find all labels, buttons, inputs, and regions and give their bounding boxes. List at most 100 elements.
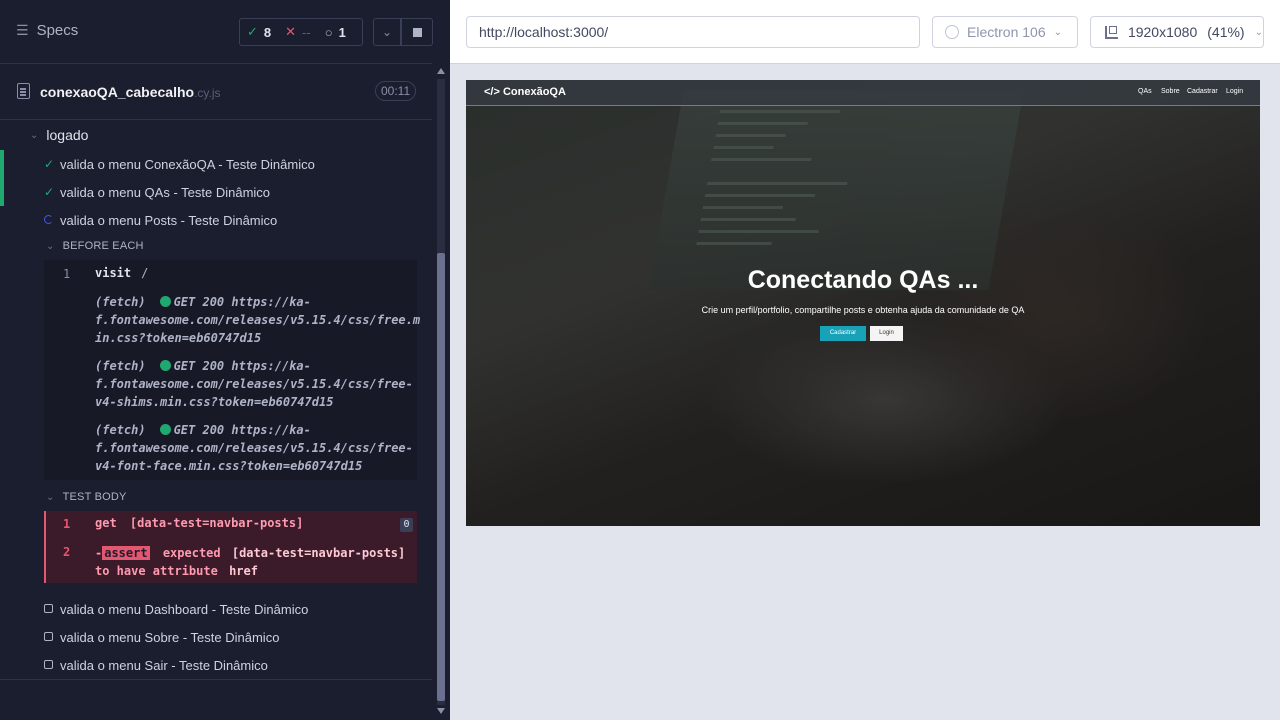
spec-file-basename: conexaoQA_cabecalho: [40, 84, 195, 100]
aut-logo[interactable]: </> ConexãoQA: [484, 86, 566, 98]
pending-count: 1: [338, 24, 346, 40]
fetch-prefix: (fetch): [95, 423, 146, 437]
spinner-icon: [44, 215, 53, 224]
fetch-line: f.fontawesome.com/releases/v5.15.4/css/f…: [95, 441, 413, 455]
specs-label: Specs: [36, 22, 79, 39]
x-icon: ✕: [285, 24, 297, 39]
pending-icon: [44, 632, 53, 641]
spec-file-ext: .cy.js: [194, 86, 221, 100]
fetch-prefix: (fetch): [95, 295, 146, 309]
command-log-test-body: 1 get [data-test=navbar-posts] 0 2 - asse…: [44, 511, 417, 583]
chevron-down-icon: ⌄: [1254, 26, 1263, 38]
spec-file-name[interactable]: conexaoQA_cabecalho.cy.js: [40, 84, 221, 100]
browser-selector[interactable]: Electron 106 ⌄: [932, 16, 1078, 48]
aut-nav-qas[interactable]: QAs: [1138, 88, 1152, 95]
aut-hero-subtitle: Crie um perfil/portfolio, compartilhe po…: [701, 305, 1025, 315]
pass-marker: [0, 150, 4, 178]
command-name: visit: [95, 266, 132, 280]
viewport-scale: (41%): [1207, 24, 1245, 40]
pass-marker: [0, 178, 4, 206]
passed-stat: ✓ 8: [240, 24, 278, 40]
fetch-line: GET 200 https://ka-: [173, 359, 311, 373]
assert-expected: expected: [162, 546, 221, 560]
scrollbar-thumb[interactable]: [437, 253, 445, 701]
test-title: valida o menu Sobre - Teste Dinâmico: [60, 629, 280, 645]
aut-login-button[interactable]: Login: [870, 326, 903, 341]
electron-icon: [945, 25, 959, 39]
hero-overlay: [466, 80, 1260, 526]
aut-nav-cadastrar[interactable]: Cadastrar: [1187, 88, 1218, 95]
aut-hero-title: Conectando QAs ...: [747, 266, 979, 294]
test-item[interactable]: valida o menu Dashboard - Teste Dinâmico: [0, 595, 432, 623]
test-item-running[interactable]: valida o menu Posts - Teste Dinâmico: [0, 206, 432, 234]
specs-menu-icon: ☰: [16, 22, 29, 38]
run-stats[interactable]: ✓ 8 ✕ -- ○ 1: [239, 18, 363, 46]
pending-icon: [44, 604, 53, 613]
test-title: valida o menu Posts - Teste Dinâmico: [60, 212, 278, 228]
specs-button[interactable]: ☰ Specs: [16, 22, 78, 39]
fetch-entry[interactable]: (fetch) GET 200 https://ka- f.fontawesome…: [95, 293, 420, 347]
test-title: valida o menu Dashboard - Teste Dinâmico: [60, 601, 309, 617]
fetch-line: GET 200 https://ka-: [173, 423, 311, 437]
assert-rest: to have attribute: [95, 564, 218, 578]
aut-register-button[interactable]: Cadastrar: [820, 326, 866, 341]
scroll-up-arrow-icon[interactable]: [437, 68, 445, 74]
pending-icon: [44, 660, 53, 669]
check-icon: ✓: [44, 157, 55, 171]
command-number: 1: [63, 267, 71, 281]
check-icon: ✓: [247, 24, 258, 39]
scroll-down-arrow-icon[interactable]: [437, 708, 445, 714]
command-number: 2: [63, 545, 71, 559]
divider: [0, 679, 432, 680]
stop-icon: [412, 27, 422, 37]
command-get[interactable]: get [data-test=navbar-posts]: [95, 516, 303, 530]
reporter-header: ☰ Specs ✓ 8 ✕ -- ○ 1 ⌄: [0, 0, 433, 64]
aut-navbar: </> ConexãoQA QAs Sobre Cadastrar Login: [466, 80, 1260, 106]
test-title: valida o menu QAs - Teste Dinâmico: [60, 184, 271, 200]
command-assert[interactable]: - assert expected [data-test=navbar-posts…: [95, 544, 415, 580]
command-log-before-each: 1 visit / (fetch) GET 200 https://ka- f.fo…: [44, 260, 420, 480]
fetch-line: GET 200 https://ka-: [173, 295, 311, 309]
test-item[interactable]: valida o menu Sair - Teste Dinâmico: [0, 651, 432, 679]
fetch-line: v4-font-face.min.css?token=eb60747d15: [95, 459, 363, 473]
chevron-down-icon: ⌄: [30, 129, 39, 141]
command-arg: [data-test=navbar-posts]: [129, 516, 304, 530]
pending-icon: ○: [324, 24, 333, 40]
test-item[interactable]: ✓ valida o menu QAs - Teste Dinâmico: [0, 178, 432, 206]
test-item[interactable]: ✓ valida o menu ConexãoQA - Teste Dinâmi…: [0, 150, 432, 178]
command-arg: /: [141, 266, 149, 280]
viewport-selector[interactable]: 1920x1080 (41%) ⌄: [1090, 16, 1264, 48]
assert-tag: assert: [102, 546, 150, 560]
assert-attr: href: [229, 564, 258, 578]
failed-count: --: [302, 24, 311, 40]
fetch-line: in.css?token=eb60747d15: [95, 331, 262, 345]
aut-nav-login[interactable]: Login: [1226, 88, 1243, 95]
fetch-entry[interactable]: (fetch) GET 200 https://ka- f.fontawesome…: [95, 421, 413, 475]
test-item[interactable]: valida o menu Sobre - Teste Dinâmico: [0, 623, 432, 651]
status-dot: [159, 424, 171, 435]
suite-title[interactable]: ⌄ logado: [30, 127, 88, 143]
hook-title: TEST BODY: [62, 491, 127, 503]
hook-test-body[interactable]: ⌄ TEST BODY: [46, 491, 127, 503]
test-title: valida o menu ConexãoQA - Teste Dinâmico: [60, 156, 315, 172]
test-title: valida o menu Sair - Teste Dinâmico: [60, 657, 268, 673]
app-under-test: </> ConexãoQA QAs Sobre Cadastrar Login …: [466, 80, 1260, 526]
document-icon: [17, 83, 30, 99]
aut-nav-sobre[interactable]: Sobre: [1161, 88, 1180, 95]
spec-file-header: conexaoQA_cabecalho.cy.js 00:11: [0, 64, 432, 120]
fetch-line: f.fontawesome.com/releases/v5.15.4/css/f…: [95, 377, 413, 391]
status-dot: [159, 360, 171, 371]
url-bar[interactable]: http://localhost:3000/: [466, 16, 920, 48]
fetch-prefix: (fetch): [95, 359, 146, 373]
pending-marker: [0, 623, 4, 651]
assert-selector: [data-test=navbar-posts]: [231, 546, 406, 560]
hook-before-each[interactable]: ⌄ BEFORE EACH: [46, 240, 144, 252]
stop-button[interactable]: [401, 18, 433, 46]
viewport-size: 1920x1080: [1127, 24, 1198, 40]
ruler-icon: [1105, 25, 1118, 39]
command-visit[interactable]: visit /: [95, 266, 148, 280]
chevron-down-icon[interactable]: ⌄: [373, 18, 401, 46]
pending-marker: [0, 651, 4, 679]
running-marker: [0, 206, 4, 234]
fetch-entry[interactable]: (fetch) GET 200 https://ka- f.fontawesome…: [95, 357, 413, 411]
